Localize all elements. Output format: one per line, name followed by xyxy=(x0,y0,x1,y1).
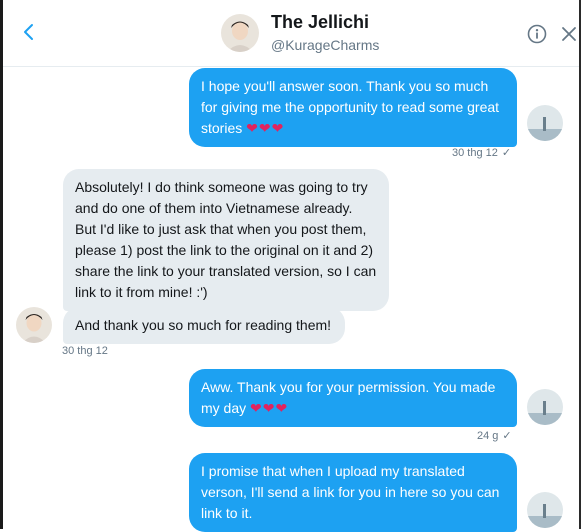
message-text: Aww. Thank you for your permission. You … xyxy=(201,379,496,416)
read-check-icon: ✓ xyxy=(502,430,512,442)
heart-emoji-icons: ❤❤❤ xyxy=(250,400,289,416)
message-meta: 24 g ✓ xyxy=(477,429,512,442)
message-text: And thank you so much for reading them! xyxy=(75,317,332,333)
message-meta: 30 thg 12 ✓ xyxy=(452,146,511,159)
own-avatar[interactable] xyxy=(527,492,563,528)
message-timestamp: 30 thg 12 xyxy=(62,345,108,357)
contact-avatar[interactable] xyxy=(221,14,259,52)
info-button[interactable] xyxy=(527,24,547,44)
message-timestamp: 24 g xyxy=(477,430,499,442)
chevron-left-icon xyxy=(24,24,33,40)
message-text: I promise that when I upload my translat… xyxy=(201,463,500,521)
own-avatar[interactable] xyxy=(527,105,563,141)
message-timestamp: 30 thg 12 xyxy=(452,147,498,159)
message-bubble-outgoing[interactable]: Aww. Thank you for your permission. You … xyxy=(189,369,517,427)
window-edge-left xyxy=(0,0,3,529)
message-text: Absolutely! I do think someone was going… xyxy=(75,179,377,300)
close-button[interactable] xyxy=(561,26,577,42)
message-bubble-outgoing[interactable]: I hope you'll answer soon. Thank you so … xyxy=(189,68,517,147)
message-bubble-outgoing[interactable]: I promise that when I upload my translat… xyxy=(189,453,517,532)
info-icon xyxy=(527,24,547,44)
message-bubble-incoming[interactable]: And thank you so much for reading them! xyxy=(63,307,345,344)
conversation-header: The Jellichi @KurageCharms xyxy=(3,0,579,67)
contact-message-avatar[interactable] xyxy=(16,307,52,343)
close-icon xyxy=(562,27,576,41)
own-avatar[interactable] xyxy=(527,389,563,425)
message-bubble-incoming[interactable]: Absolutely! I do think someone was going… xyxy=(63,169,389,311)
read-check-icon: ✓ xyxy=(501,147,512,159)
contact-name[interactable]: The Jellichi xyxy=(271,12,369,33)
back-button[interactable] xyxy=(17,20,41,44)
heart-emoji-icons: ❤❤❤ xyxy=(246,120,285,136)
contact-handle: @KurageCharms xyxy=(271,37,380,53)
